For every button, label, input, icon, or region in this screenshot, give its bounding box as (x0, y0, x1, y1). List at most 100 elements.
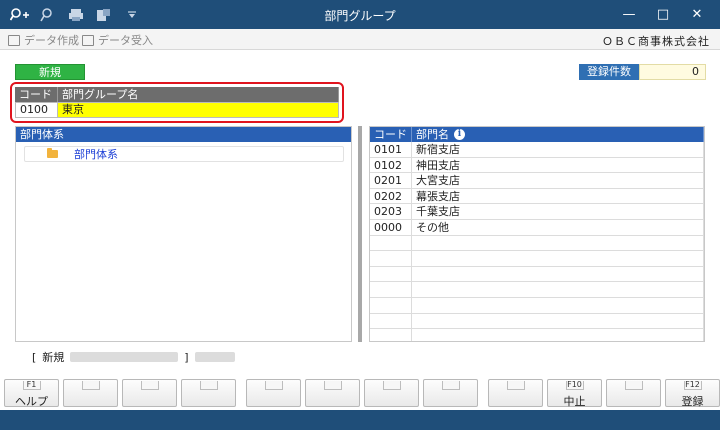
table-header: コード 部門名 i (370, 127, 704, 142)
fkey-button-7[interactable] (364, 379, 419, 407)
fkey-button-8[interactable] (423, 379, 478, 407)
table-row[interactable] (370, 329, 704, 341)
table-row[interactable]: 0202 幕張支店 (370, 188, 704, 205)
maximize-button[interactable]: □ (646, 4, 680, 24)
record-count-label: 登録件数 (579, 64, 639, 80)
cell-name (412, 297, 704, 313)
menu-data-create-label: データ作成 (24, 34, 79, 47)
cell-name (412, 282, 704, 297)
window-controls: — □ ✕ (612, 4, 714, 24)
department-tree-panel: 部門体系 部門体系 (15, 126, 352, 342)
cell-code (370, 282, 412, 297)
col-name-header-label: 部門名 (416, 128, 449, 141)
cell-code (370, 266, 412, 282)
menu-data-import[interactable]: データ受入 (82, 32, 153, 48)
bottom-bar (0, 410, 720, 430)
table-body: 0101 新宿支店 0102 神田支店 0201 大宮支店 0202 幕張支店 0203 千葉支店… (370, 142, 704, 341)
fkey-button-3[interactable] (122, 379, 177, 407)
status-timestamp-blurred (70, 352, 179, 362)
fkey-number (382, 381, 401, 390)
cell-code (370, 313, 412, 329)
fkey-button-6[interactable] (305, 379, 360, 407)
menu-bar: データ作成 データ受入 ＯＢＣ商事株式会社 (0, 29, 720, 50)
fkey-button-5[interactable] (246, 379, 301, 407)
col-name-header: 部門名 i (412, 127, 704, 142)
cell-code (370, 235, 412, 251)
menu-data-create[interactable]: データ作成 (8, 32, 79, 48)
group-row: 0100 東京 (15, 102, 339, 118)
fkey-button-4[interactable] (181, 379, 236, 407)
fkey-number (81, 381, 100, 390)
cell-code: 0202 (370, 188, 412, 204)
tree-panel-header: 部門体系 (16, 127, 351, 142)
cell-name (412, 266, 704, 282)
import-icon (82, 34, 94, 46)
folder-icon (47, 148, 58, 158)
fkey-number (140, 381, 159, 390)
group-header: コード 部門グループ名 (15, 87, 339, 102)
minimize-button[interactable]: — (612, 4, 646, 24)
table-row[interactable] (370, 251, 704, 267)
cell-code: 0102 (370, 157, 412, 173)
status-user-blurred (194, 352, 235, 362)
table-row[interactable] (370, 266, 704, 283)
panel-splitter[interactable] (358, 126, 362, 342)
table-row[interactable] (370, 297, 704, 314)
cell-code: 0000 (370, 219, 412, 235)
cell-name: 幕張支店 (412, 188, 704, 204)
department-table: コード 部門名 i 0101 新宿支店 0102 神田支店 0201 大宮支店 0202 幕張… (369, 126, 705, 342)
cell-code (370, 329, 412, 341)
tree-item-root[interactable]: 部門体系 (24, 146, 344, 162)
function-key-bar: F1 ヘルプ F10 中止 F12 登録 (0, 377, 720, 409)
fkey-number (199, 381, 218, 390)
table-row[interactable] (370, 282, 704, 298)
fkey-label: 中止 (563, 395, 586, 408)
info-icon[interactable]: i (454, 129, 465, 140)
cell-code (370, 251, 412, 266)
record-count-value: 0 (639, 64, 706, 80)
table-row[interactable]: 0203 千葉支店 (370, 204, 704, 220)
export-icon (8, 34, 20, 46)
table-row[interactable]: 0201 大宮支店 (370, 173, 704, 189)
cell-name (412, 313, 704, 329)
fkey-number (624, 381, 643, 390)
cell-name (412, 235, 704, 251)
group-code-field[interactable]: 0100 (15, 102, 58, 118)
group-name-field[interactable]: 東京 (58, 102, 339, 118)
close-button[interactable]: ✕ (680, 4, 714, 24)
col-code-header: コード (370, 127, 412, 142)
fkey-number (323, 381, 342, 390)
status-mode: 新規 (42, 351, 65, 364)
fkey-number (506, 381, 525, 390)
fkey-button-9[interactable] (488, 379, 543, 407)
title-bar: 部門グループ — □ ✕ (0, 0, 720, 29)
cell-code: 0203 (370, 204, 412, 219)
fkey-number: F12 (683, 380, 702, 390)
fkey-number: F1 (22, 381, 41, 390)
cell-code: 0101 (370, 142, 412, 157)
cell-name: その他 (412, 219, 704, 235)
fkey-label: 登録 (681, 395, 704, 408)
fkey-button-11[interactable] (606, 379, 661, 407)
status-bracket-close: ] (184, 350, 189, 364)
tree-item-label: 部門体系 (74, 148, 118, 161)
menu-data-import-label: データ受入 (98, 34, 153, 47)
cell-name (412, 329, 704, 341)
fkey-label: ヘルプ (15, 395, 48, 408)
table-row[interactable] (370, 235, 704, 252)
cell-name: 千葉支店 (412, 204, 704, 219)
fkey-button-1[interactable]: F1 ヘルプ (4, 379, 59, 408)
table-row[interactable]: 0000 その他 (370, 219, 704, 236)
table-row[interactable]: 0101 新宿支店 (370, 142, 704, 158)
cell-code: 0201 (370, 173, 412, 188)
cell-name: 大宮支店 (412, 173, 704, 188)
cell-code (370, 297, 412, 313)
fkey-button-10[interactable]: F10 中止 (547, 379, 602, 408)
group-name-header: 部門グループ名 (58, 87, 339, 102)
company-name: ＯＢＣ商事株式会社 (602, 35, 710, 48)
cell-name: 神田支店 (412, 157, 704, 173)
table-row[interactable] (370, 313, 704, 330)
table-row[interactable]: 0102 神田支店 (370, 157, 704, 174)
fkey-button-2[interactable] (63, 379, 118, 407)
fkey-button-12[interactable]: F12 登録 (665, 379, 720, 408)
